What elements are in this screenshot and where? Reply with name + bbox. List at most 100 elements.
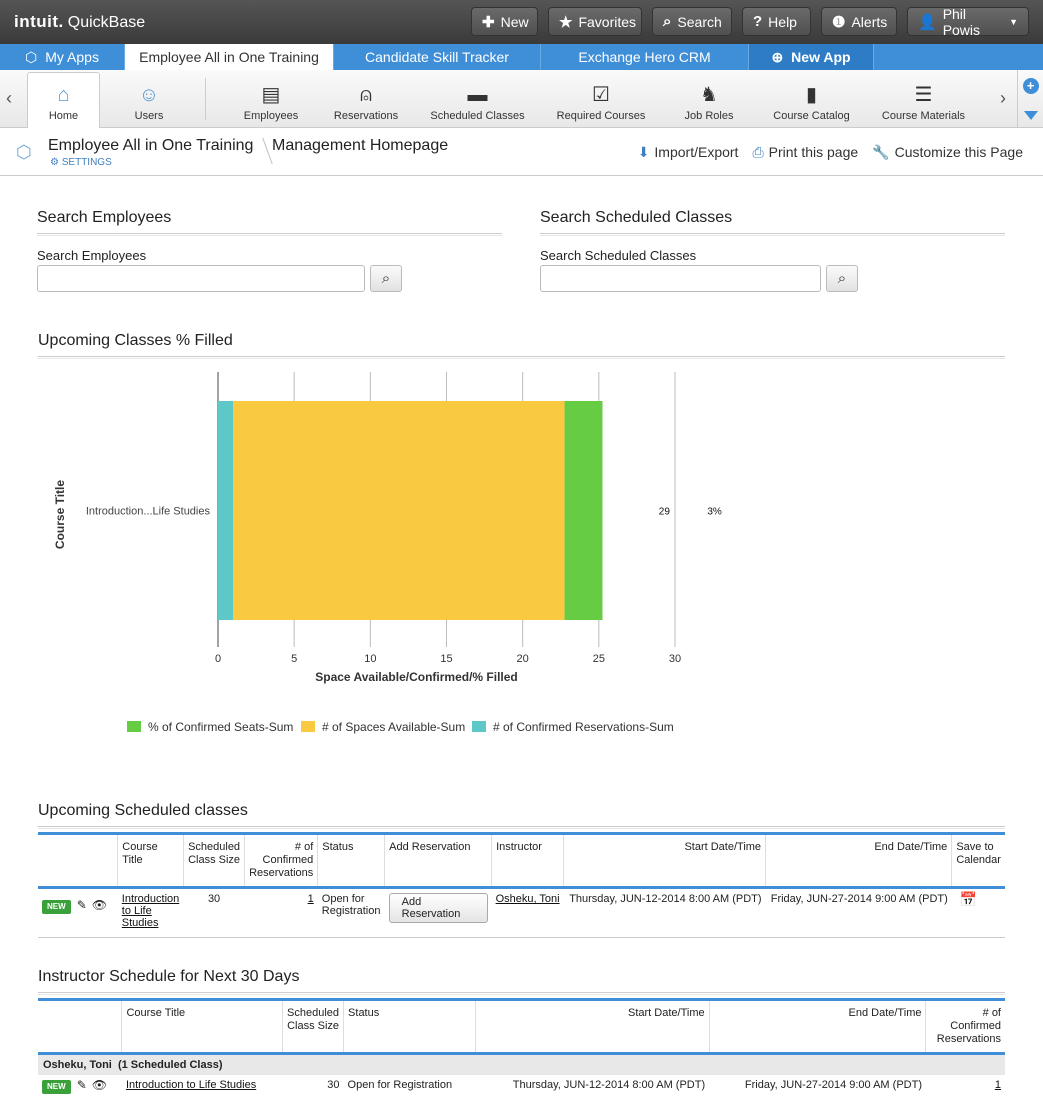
nav-course-catalog[interactable]: ▮ Course Catalog [769,70,854,128]
status-cell: Open for Registration [347,1079,453,1091]
add-reservation-button[interactable]: Add Reservation [388,893,488,923]
col-confirmed[interactable]: # of Confirmed Reservations [925,999,1005,1054]
customize-label: Customize this Page [894,144,1023,160]
col-course-title[interactable]: Course Title [121,999,284,1054]
col-end[interactable]: End Date/Time [765,833,953,888]
col-confirmed[interactable]: # of Confirmed Reservations [244,833,319,888]
col-class-size[interactable]: Scheduled Class Size [183,833,246,888]
group-label: Osheku, Toni (1 Scheduled Class) [43,1059,223,1071]
new-button[interactable]: ✚ New [471,7,538,36]
new-badge: NEW [42,900,71,914]
x-tick-label: 0 [215,653,221,665]
nav-right-arrow[interactable]: › [1000,88,1006,109]
favorites-label: Favorites [578,13,637,30]
x-tick-label: 10 [364,653,376,665]
view-icon[interactable]: 👁 [92,898,107,912]
start-cell: Thursday, JUN-12-2014 8:00 AM (PDT) [569,893,762,905]
tab-exchange-hero-crm[interactable]: Exchange Hero CRM [541,44,749,70]
nav-job-roles-label: Job Roles [684,110,734,122]
data-label-available: 29 [659,507,671,518]
nav-job-roles[interactable]: ♞ Job Roles [679,70,739,128]
star-icon: ★ [559,13,573,31]
filled-classes-chart: 0 5 10 15 20 25 30 Introduction...Life Studies 2… [53,372,722,734]
help-button[interactable]: ? Help [742,7,811,36]
tab-candidate-skill-tracker[interactable]: Candidate Skill Tracker [334,44,541,70]
quickbase-logo[interactable]: intuit. QuickBase [14,12,145,32]
col-end[interactable]: End Date/Time [709,999,927,1054]
add-table-icon[interactable]: + [1022,78,1039,95]
search-classes-button[interactable]: ⌕ [826,265,858,292]
col-instructor[interactable]: Instructor [491,833,565,888]
search-employees-button[interactable]: ⌕ [370,265,402,292]
col-course-title[interactable]: Course Title [117,833,185,888]
checklist-icon: ☑ [592,84,610,106]
col-start[interactable]: Start Date/Time [475,999,710,1054]
favorites-button[interactable]: ★ Favorites [548,7,642,36]
nav-scheduled-classes[interactable]: ▬ Scheduled Classes [426,70,529,128]
nav-users-label: Users [134,110,164,122]
print-label: Print this page [768,144,859,160]
app-cube-icon: ⬡ [16,142,32,162]
course-link[interactable]: Introduction to Life Studies [126,1079,256,1091]
legend-label: # of Confirmed Reservations-Sum [493,720,674,734]
user-menu-button[interactable]: 👤 Phil Powis ▼ [907,6,1029,38]
col-status[interactable]: Status [343,999,476,1054]
instructor-link[interactable]: Osheku, Toni [496,893,560,905]
my-apps-tab[interactable]: ⬡ My Apps [0,44,125,70]
divider [38,356,1005,359]
edit-icon[interactable]: ✎ [77,1078,87,1092]
class-size-cell: 30 [207,893,221,905]
course-link[interactable]: Introduction to Life Studies [122,893,179,929]
gear-icon: ⚙ [50,157,62,168]
home-icon: ⌂ [57,84,70,106]
row-actions: NEW ✎ 👁 [38,1075,122,1098]
print-link[interactable]: ⎙ Print this page [752,144,858,161]
instructor-schedule-heading: Instructor Schedule for Next 30 Days [38,968,300,985]
confirmed-link[interactable]: 1 [995,1079,1001,1091]
customize-link[interactable]: 🔧 Customize this Page [872,144,1023,161]
nav-course-materials[interactable]: ☰ Course Materials [878,70,969,128]
row-actions: NEW ✎ 👁 [38,888,118,938]
nav-reservations[interactable]: ⍝ Reservations [328,70,404,128]
settings-label: SETTINGS [61,157,112,168]
search-employees-input[interactable] [37,265,365,292]
upcoming-classes-table: Course Title Scheduled Class Size # of C… [38,832,1005,938]
search-classes-input[interactable] [540,265,821,292]
alerts-button[interactable]: ❶ Alerts [821,7,897,36]
nav-left-arrow[interactable]: ‹ [6,88,12,109]
view-icon[interactable]: 👁 [92,1078,107,1092]
table-row: NEW ✎ 👁 Introduction to Life Studies 30 … [38,888,1005,938]
legend-label: % of Confirmed Seats-Sum [148,720,293,734]
nav-home[interactable]: ⌂ Home [27,72,100,128]
end-cell: Friday, JUN-27-2014 9:00 AM (PDT) [744,1079,922,1091]
nav-reservations-label: Reservations [333,110,399,122]
col-class-size[interactable]: Scheduled Class Size [282,999,345,1054]
nav-required-courses[interactable]: ☑ Required Courses [553,70,649,128]
col-status[interactable]: Status [317,833,386,888]
new-app-tab[interactable]: ⊕ New App [749,44,874,70]
printer-icon: ⎙ [752,144,764,160]
new-badge: NEW [42,1080,71,1094]
calendar-download-icon[interactable]: 📅 [960,891,977,907]
nav-side-controls: + [1017,70,1043,128]
confirmed-link[interactable]: 1 [308,893,314,905]
import-export-link[interactable]: ⬇ Import/Export [638,144,739,161]
edit-icon[interactable]: ✎ [77,898,87,912]
search-icon: ⌕ [663,13,672,30]
search-label: Search [677,13,722,30]
divider [37,233,502,236]
y-category-label: Introduction...Life Studies [86,506,211,518]
search-button[interactable]: ⌕ Search [652,7,732,36]
col-start[interactable]: Start Date/Time [563,833,767,888]
more-tables-icon[interactable] [1023,110,1038,120]
tab-employee-training[interactable]: Employee All in One Training [125,44,334,70]
settings-link[interactable]: ⚙ SETTINGS [50,157,112,168]
col-add-reservation[interactable]: Add Reservation [384,833,493,888]
chevron-down-icon: ▼ [1009,16,1018,27]
table-nav: ‹ ⌂ Home ☺ Users ▤ Employees ⍝ Reservations … [0,70,1043,128]
status-cell: Open for Registration [321,893,381,917]
app-name-link[interactable]: Employee All in One Training [48,137,253,155]
col-save-calendar[interactable]: Save to Calendar [951,833,1005,888]
nav-employees[interactable]: ▤ Employees [236,70,306,128]
nav-users[interactable]: ☺ Users [113,70,185,128]
